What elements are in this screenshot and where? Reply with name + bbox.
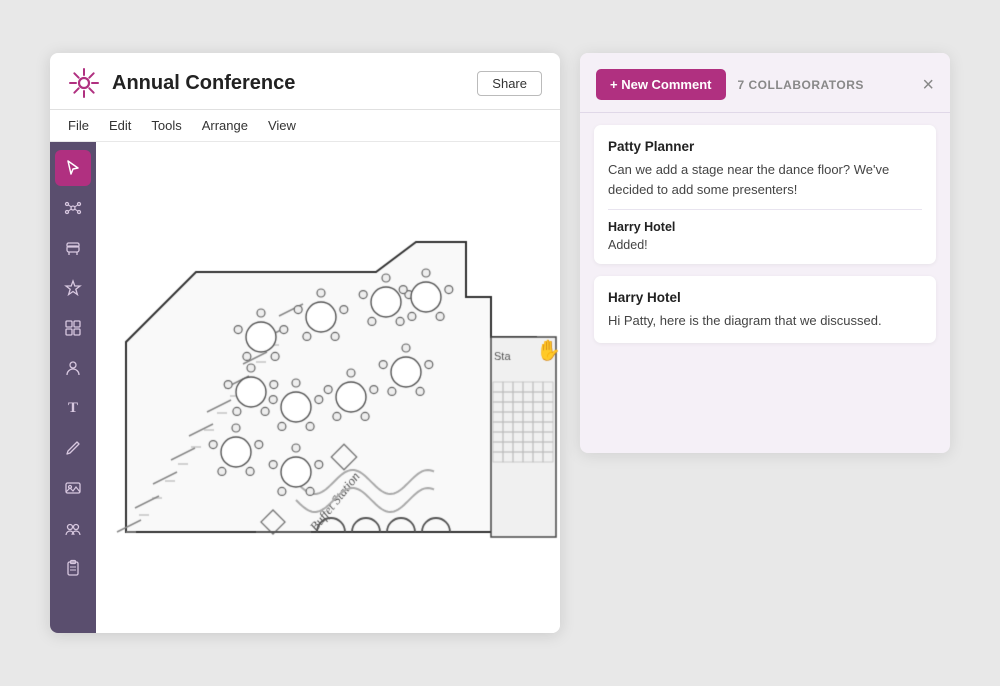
reply-text: Added! xyxy=(608,238,922,252)
new-comment-button[interactable]: + New Comment xyxy=(596,69,726,100)
app-logo-icon xyxy=(68,67,100,99)
star-tool[interactable] xyxy=(55,270,91,306)
comment-author: Harry Hotel xyxy=(608,290,922,305)
editor-panel: Annual Conference Share File Edit Tools … xyxy=(50,53,560,633)
comments-list: Patty Planner Can we add a stage near th… xyxy=(580,113,950,355)
editor-body: T xyxy=(50,142,560,633)
comment-reply: Harry Hotel Added! xyxy=(608,209,922,252)
comments-panel: + New Comment 7 COLLABORATORS × Patty Pl… xyxy=(580,53,950,453)
comment-author: Patty Planner xyxy=(608,139,922,154)
app-title: Annual Conference xyxy=(112,72,465,95)
clipboard-tool[interactable] xyxy=(55,550,91,586)
canvas-area[interactable] xyxy=(96,142,560,633)
menu-tools[interactable]: Tools xyxy=(151,116,181,135)
person-tool[interactable] xyxy=(55,350,91,386)
menu-edit[interactable]: Edit xyxy=(109,116,131,135)
comments-header: + New Comment 7 COLLABORATORS × xyxy=(580,53,950,113)
sidebar: T xyxy=(50,142,96,633)
image-tool[interactable] xyxy=(55,470,91,506)
seat-tool[interactable] xyxy=(55,230,91,266)
collaborators-label: 7 COLLABORATORS xyxy=(738,78,911,92)
app-container: Annual Conference Share File Edit Tools … xyxy=(50,53,950,633)
text-tool[interactable]: T xyxy=(55,390,91,426)
group-tool[interactable] xyxy=(55,510,91,546)
reply-author: Harry Hotel xyxy=(608,220,922,234)
comment-card: Patty Planner Can we add a stage near th… xyxy=(594,125,936,264)
comment-text: Can we add a stage near the dance floor?… xyxy=(608,160,922,199)
cursor-tool[interactable] xyxy=(55,150,91,186)
menu-bar: File Edit Tools Arrange View xyxy=(50,110,560,142)
grid-tool[interactable] xyxy=(55,310,91,346)
menu-view[interactable]: View xyxy=(268,116,296,135)
pen-tool[interactable] xyxy=(55,430,91,466)
share-button[interactable]: Share xyxy=(477,71,542,96)
comment-text: Hi Patty, here is the diagram that we di… xyxy=(608,311,922,331)
close-panel-button[interactable]: × xyxy=(922,75,934,95)
editor-header: Annual Conference Share xyxy=(50,53,560,110)
network-tool[interactable] xyxy=(55,190,91,226)
menu-file[interactable]: File xyxy=(68,116,89,135)
comment-card: Harry Hotel Hi Patty, here is the diagra… xyxy=(594,276,936,343)
menu-arrange[interactable]: Arrange xyxy=(202,116,248,135)
